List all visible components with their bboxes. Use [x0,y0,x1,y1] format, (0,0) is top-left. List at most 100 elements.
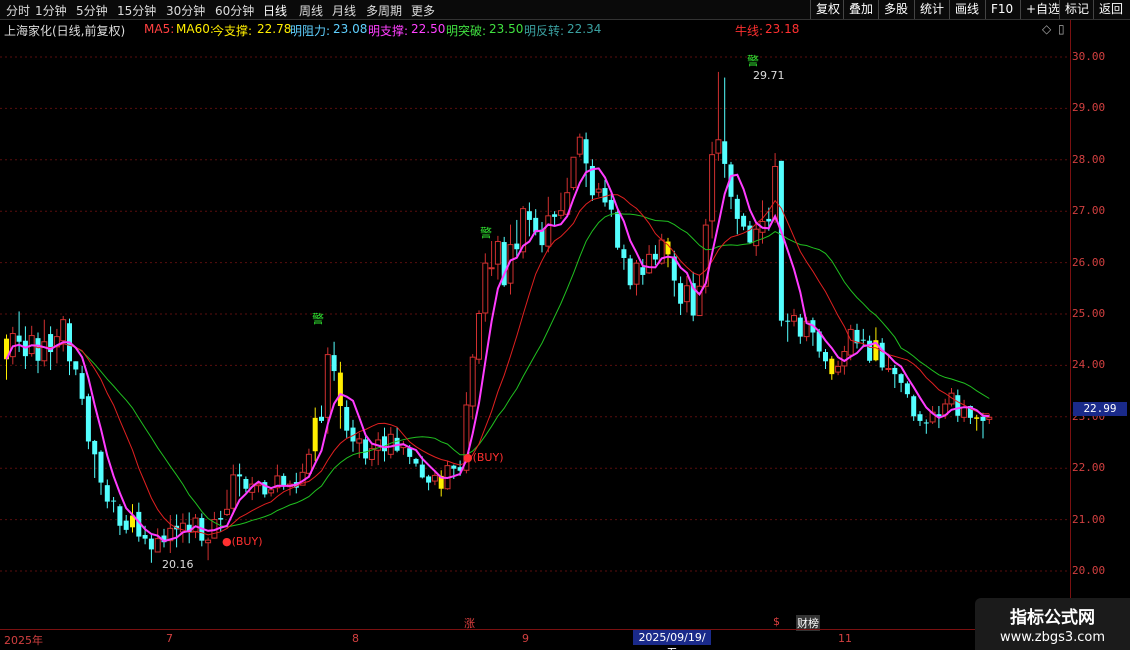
candle-body [337,372,343,407]
period-tab-60min[interactable]: 60分钟 [215,2,254,19]
draw-line-button[interactable]: 画线 [949,0,984,19]
candle-body [192,517,199,532]
multi-stock-button[interactable]: 多股 [878,0,913,19]
time-label-2025: 2025年 [4,634,43,647]
warning-marker-1: 警 [312,312,325,326]
dollar-tag: $ [773,615,780,628]
buy-signal-1: ●(BUY) [222,535,263,548]
candle-body [268,489,275,494]
candle-body [961,406,968,418]
candle-body [608,199,614,210]
toolbar: 分时 1分钟 5分钟 15分钟 30分钟 60分钟 日线 周线 月线 多周期 更… [0,0,1130,20]
chart-grid [0,56,1070,572]
candle-body [879,342,885,368]
candle-body [570,156,577,189]
time-label-aug: 8 [352,632,359,645]
overlay-button[interactable]: 叠加 [843,0,878,19]
back-button[interactable]: 返回 [1093,0,1128,19]
candle-body [363,439,369,459]
statistics-button[interactable]: 统计 [914,0,949,19]
candle-body [154,538,161,553]
candle-body [860,339,866,341]
restore-rights-button[interactable]: 复权 [810,0,845,19]
candle-body [482,262,489,314]
candle-body [583,139,589,164]
candle-body [514,243,520,250]
candle-body [111,500,117,502]
candle-body [678,283,684,304]
candle-body [92,440,98,455]
candle-body [829,358,835,375]
candle-body [319,416,324,421]
candle-body [627,258,633,286]
candle-body [476,312,482,360]
candle-body [73,361,79,370]
candle-body [426,476,432,483]
period-tab-timeshare[interactable]: 分时 [6,2,30,19]
candle-body [595,188,602,193]
candle-body [778,160,784,321]
candle-body [633,262,640,285]
period-tab-monthly[interactable]: 月线 [332,2,356,19]
candlestick-chart [0,56,1070,572]
f10-button[interactable]: F10 [985,0,1018,19]
candle-body [741,215,747,227]
period-tab-more[interactable]: 更多 [411,2,435,19]
candle-body [602,188,608,203]
candle-body [552,214,558,217]
candle-body [785,320,791,322]
candle-body [898,374,904,383]
candle-body [98,451,104,483]
candle-body [545,215,552,247]
mingzhi-value: 22.50 [411,22,446,36]
resist-value: 23.08 [333,22,368,36]
support-value: 22.78 [257,22,292,36]
period-tab-15min[interactable]: 15分钟 [117,2,156,19]
candle-body [79,373,85,399]
price-tick-label: 29.00 [1072,101,1106,115]
candle-body [35,338,41,361]
candle-body [904,383,910,395]
candle-body [980,416,986,421]
high-price-label: 29.71 [753,69,785,82]
candle-body [615,212,621,248]
candle-body [344,407,350,431]
candles-layer [4,71,993,563]
candle-body [123,520,129,530]
candle-body [797,317,803,337]
candle-body [419,464,425,478]
period-tab-multi[interactable]: 多周期 [366,2,402,19]
low-price-label: 20.16 [162,558,194,571]
indicator-info-bar: 上海家化(日线,前复权) MA5: MA60: 今支撑: 22.78 明阻力: … [0,20,1070,38]
candle-body [835,365,842,373]
candle-body [640,267,646,275]
candle-body [576,136,583,155]
stock-chart-app: 分时 1分钟 5分钟 15分钟 30分钟 60分钟 日线 周线 月线 多周期 更… [0,0,1130,650]
diamond-icon[interactable]: ◇ [1042,22,1051,36]
price-tick-label: 21.00 [1072,512,1106,526]
candle-body [715,139,722,154]
candle-body [885,367,892,370]
price-tick-label: 26.00 [1072,255,1106,269]
candle-body [142,535,148,539]
period-tab-30min[interactable]: 30分钟 [166,2,205,19]
candle-body [230,474,237,509]
candle-body [431,474,438,482]
candle-body [469,356,476,407]
candle-body [734,198,740,219]
candle-body [766,218,772,222]
candle-body [117,506,123,526]
mark-button[interactable]: 标记 [1059,0,1094,19]
period-tab-weekly[interactable]: 周线 [299,2,323,19]
period-tab-5min[interactable]: 5分钟 [76,2,108,19]
candle-body [451,465,457,469]
period-tab-daily[interactable]: 日线 [263,2,287,19]
watermark-title: 指标公式网 [1010,608,1095,628]
candle-body [557,210,564,216]
price-tick-label: 30.00 [1072,50,1106,63]
candle-body [772,165,779,220]
panel-toggle-icon[interactable]: ▯ [1058,22,1065,36]
period-tab-1min[interactable]: 1分钟 [35,2,67,19]
candle-body [955,395,961,416]
candle-body [312,417,318,452]
